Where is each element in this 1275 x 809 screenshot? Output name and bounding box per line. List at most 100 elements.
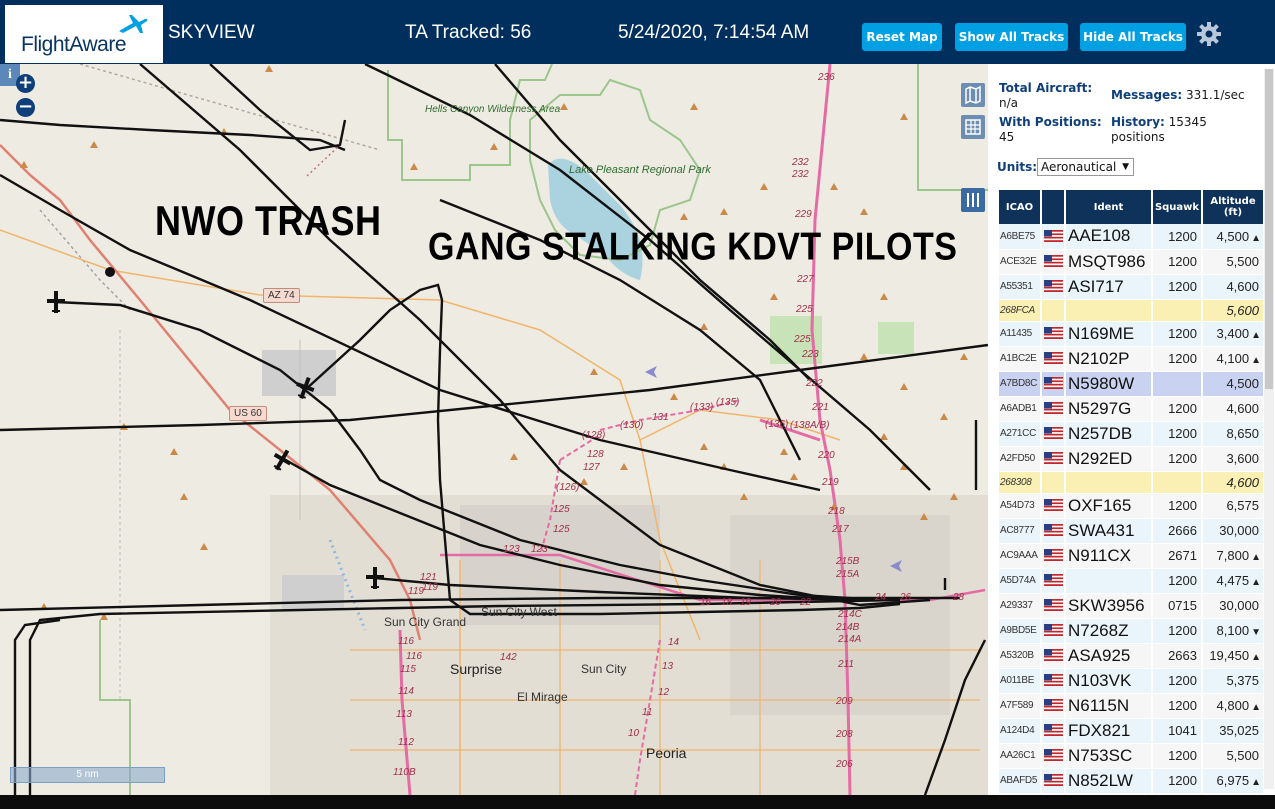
table-row[interactable]: AC8777 SWA431 2666 30,000 (997, 518, 1263, 544)
ident-cell: N169ME (1064, 321, 1152, 347)
altitude-cell: 4,600 (1201, 471, 1263, 494)
us-flag-icon (1043, 674, 1063, 687)
table-row[interactable]: A124D4 FDX821 1041 35,025 (997, 718, 1263, 744)
us-flag-icon (1043, 724, 1063, 737)
surprise-label: Surprise (450, 661, 503, 677)
milepost-label: 113 (396, 709, 412, 720)
squawk-cell: 1200 (1151, 493, 1202, 519)
squawk-cell: 1200 (1151, 274, 1202, 300)
zoom-in-button[interactable]: + (16, 74, 35, 93)
units-select[interactable]: Aeronautical ▼ (1037, 158, 1134, 176)
gear-icon[interactable] (1196, 21, 1222, 47)
altitude-value: 4,600 (1226, 279, 1259, 294)
flag-cell (1040, 249, 1065, 275)
table-row[interactable]: 268308 4,600 (997, 471, 1263, 494)
zoom-out-button[interactable]: − (16, 98, 35, 117)
us-flag-icon (1043, 327, 1063, 340)
milepost-label: 222 (806, 378, 823, 389)
milepost-label: 115 (400, 664, 416, 675)
altitude-trend-icon: ▲ (1251, 330, 1261, 341)
table-row[interactable]: A7BD8C N5980W 4,500 (997, 371, 1263, 397)
table-row[interactable]: AA26C1 N753SC 1200 5,500 (997, 743, 1263, 769)
altitude-cell: 4,100 ▲ (1201, 346, 1263, 372)
icao-column-header[interactable]: ICAO (997, 190, 1041, 224)
table-row[interactable]: A11435 N169ME 1200 3,400 ▲ (997, 321, 1263, 347)
map-layers-button[interactable] (961, 83, 985, 107)
reset-map-button[interactable]: Reset Map (862, 23, 942, 51)
milepost-label: 123 (531, 544, 548, 555)
icao-cell: A5D74A (997, 568, 1041, 594)
table-row[interactable]: A6BE75 AAE108 1200 4,500 ▲ (997, 224, 1263, 250)
altitude-value: 3,400 (1216, 326, 1250, 341)
table-header-row: ICAO Ident Squawk Altitude (ft) (997, 190, 1263, 224)
icao-cell: A271CC (997, 421, 1041, 447)
show-all-tracks-button[interactable]: Show All Tracks (955, 23, 1068, 51)
app-title: SKYVIEW (168, 22, 255, 43)
aircraft-table-body: A6BE75 AAE108 1200 4,500 ▲ ACE32E MSQT986 1200 5… (997, 224, 1263, 794)
flightaware-logo[interactable]: FlightAware (5, 5, 163, 63)
table-row[interactable]: A2FD50 N292ED 1200 3,600 (997, 446, 1263, 472)
milepost-label: 116 (406, 651, 422, 662)
annotation-text: NWO TRASH (155, 196, 382, 244)
milepost-label: 223 (802, 349, 819, 360)
scrollbar-thumb[interactable] (1265, 69, 1273, 389)
milepost-label: 131 (652, 412, 669, 423)
skyview-app: FlightAware SKYVIEW TA Tracked: 56 5/24/… (0, 0, 1275, 795)
icao-cell: A124D4 (997, 718, 1041, 744)
table-row[interactable]: AC9AAA N911CX 2671 7,800 ▲ (997, 543, 1263, 569)
squawk-column-header[interactable]: Squawk (1151, 190, 1202, 224)
table-row[interactable]: ACE32E MSQT986 1200 5,500 (997, 249, 1263, 275)
ident-cell: N5980W (1064, 371, 1152, 397)
us-flag-icon (1043, 427, 1063, 440)
ident-column-header[interactable]: Ident (1064, 190, 1152, 224)
milepost-label: (128) (582, 430, 606, 441)
ident-cell: N6115N (1064, 693, 1152, 719)
sidebar-scrollbar[interactable] (1264, 69, 1274, 789)
sidebar-toggle-button[interactable] (961, 188, 985, 212)
timestamp: 5/24/2020, 7:14:54 AM (618, 22, 810, 43)
altitude-value: 4,475 (1216, 573, 1250, 588)
altitude-cell: 4,475 ▲ (1201, 568, 1263, 594)
table-row[interactable]: A271CC N257DB 1200 8,650 (997, 421, 1263, 447)
altitude-value: 3,600 (1226, 451, 1259, 466)
altitude-cell: 4,600 (1201, 274, 1263, 300)
table-row[interactable]: A5320B ASA925 2663 19,450 ▲ (997, 643, 1263, 669)
squawk-cell: 1200 (1151, 321, 1202, 347)
us-flag-icon (1043, 255, 1063, 268)
altitude-trend-icon: ▲ (1251, 552, 1261, 563)
grid-toggle-button[interactable] (961, 115, 985, 139)
altitude-trend-icon: ▲ (1251, 355, 1261, 366)
ident-cell: N911CX (1064, 543, 1152, 569)
table-row[interactable]: A7F589 N6115N 1200 4,800 ▲ (997, 693, 1263, 719)
hide-all-tracks-button[interactable]: Hide All Tracks (1080, 23, 1186, 51)
us-flag-icon (1043, 352, 1063, 365)
altitude-cell: 4,500 ▲ (1201, 224, 1263, 250)
map-view[interactable]: 236 232 232 229 227 225 225 223 222 221 220 219 218 2… (0, 64, 988, 795)
altitude-value: 6,575 (1226, 498, 1259, 513)
table-row[interactable]: A54D73 OXF165 1200 6,575 (997, 493, 1263, 519)
total-aircraft-stat: Total Aircraft: n/a (999, 81, 1092, 111)
table-row[interactable]: A6ADB1 N5297G 1200 4,600 (997, 396, 1263, 422)
icao-cell: A011BE (997, 668, 1041, 694)
milepost-label: 236 (818, 72, 835, 83)
milepost-label: 14 (668, 637, 680, 648)
table-row[interactable]: A29337 SKW3956 0715 30,000 (997, 593, 1263, 619)
table-row[interactable]: A55351 ASI717 1200 4,600 (997, 274, 1263, 300)
table-row[interactable]: A9BD5E N7268Z 1200 8,100 ▼ (997, 618, 1263, 644)
table-row[interactable]: A011BE N103VK 1200 5,375 (997, 668, 1263, 694)
table-row[interactable]: ABAFD5 N852LW 1200 6,975 ▲ (997, 768, 1263, 794)
milepost-label: 123 (503, 544, 520, 555)
us60-shield: US 60 (229, 406, 267, 421)
flag-cell (1040, 446, 1065, 472)
milepost-label: 209 (836, 696, 853, 707)
altitude-value: 4,500 (1226, 376, 1259, 391)
flag-column-header[interactable] (1040, 190, 1065, 224)
altitude-column-header[interactable]: Altitude (ft) (1201, 190, 1263, 224)
table-row[interactable]: A5D74A 1200 4,475 ▲ (997, 568, 1263, 594)
table-row[interactable]: 268FCA 5,600 (997, 299, 1263, 322)
table-row[interactable]: A1BC2E N2102P 1200 4,100 ▲ (997, 346, 1263, 372)
icao-cell: 268308 (997, 471, 1041, 494)
milepost-label: 13 (662, 661, 674, 672)
milepost-label: 119 (408, 586, 424, 597)
ident-cell: N292ED (1064, 446, 1152, 472)
